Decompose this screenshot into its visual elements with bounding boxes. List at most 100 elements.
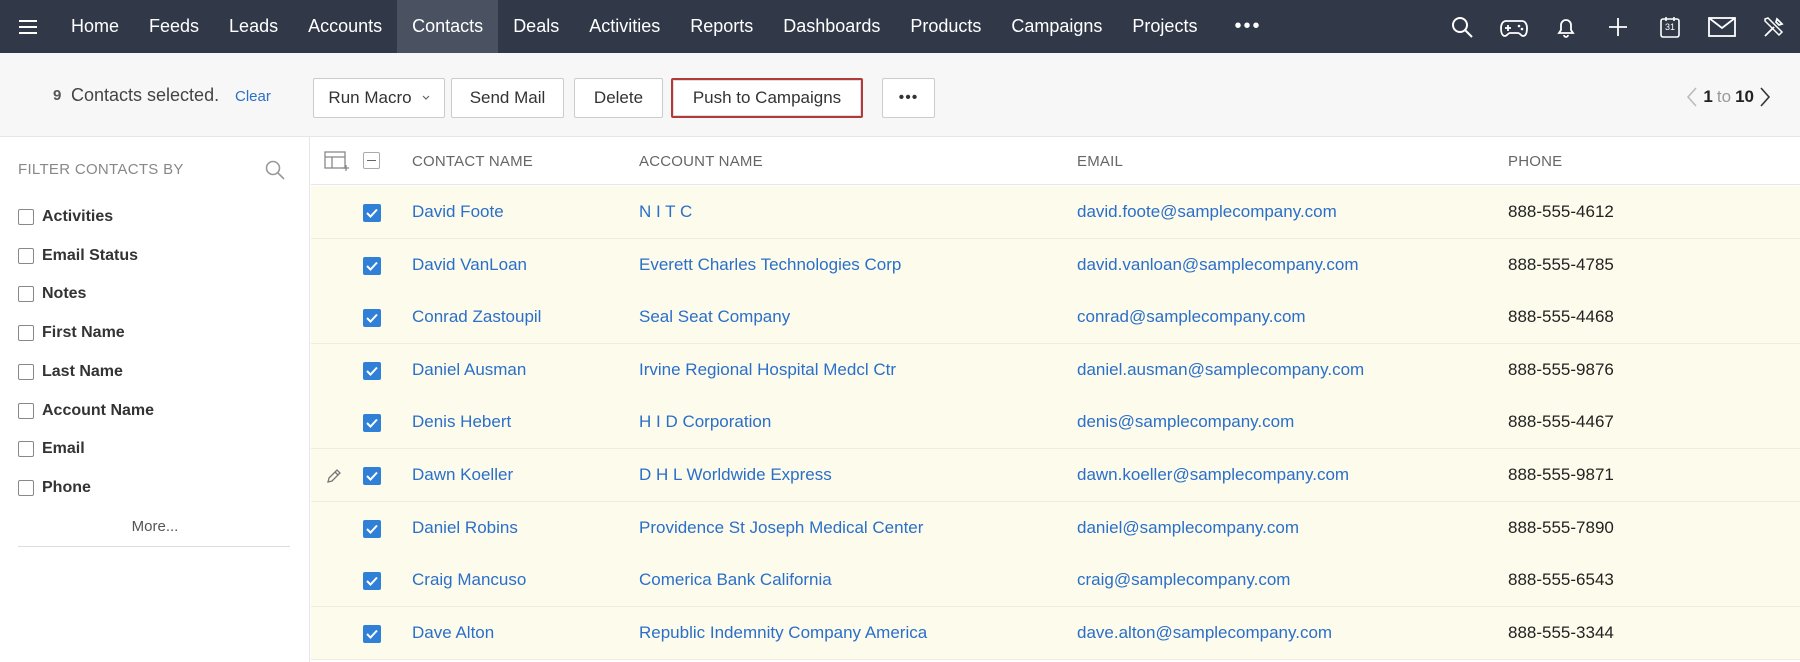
nav-contacts[interactable]: Contacts [397,0,499,53]
row-checkbox[interactable] [363,204,381,222]
push-to-campaigns-button[interactable]: Push to Campaigns [671,78,863,118]
table-row[interactable]: Daniel Robins Providence St Joseph Medica… [311,501,1800,555]
email-link[interactable]: denis@samplecompany.com [1077,412,1294,432]
row-checkbox[interactable] [363,414,381,433]
row-checkbox[interactable] [363,256,381,275]
filter-account-name[interactable]: Account Name [18,399,154,423]
clear-selection-link[interactable]: Clear [235,88,271,105]
deselect-all-checkbox[interactable] [363,152,380,169]
email-link[interactable]: conrad@samplecompany.com [1077,307,1306,327]
more-filters-link[interactable]: More... [0,518,310,535]
table-row[interactable]: Dawn Koeller D H L Worldwide Express dawn.… [311,449,1800,502]
checkbox[interactable] [18,441,34,457]
menu-icon[interactable] [0,0,56,53]
filter-phone[interactable]: Phone [18,476,91,500]
nav-dashboards[interactable]: Dashboards [768,0,895,53]
email-link[interactable]: dave.alton@samplecompany.com [1077,623,1332,643]
contact-name-link[interactable]: Craig Mancuso [412,570,526,590]
checkbox[interactable] [18,325,34,341]
nav-deals[interactable]: Deals [498,0,574,53]
mail-icon[interactable] [1696,0,1748,53]
more-actions-button[interactable]: ••• [882,78,935,118]
account-name-link[interactable]: Everett Charles Technologies Corp [639,255,901,275]
column-header-account-name[interactable]: ACCOUNT NAME [639,153,763,170]
run-macro-button[interactable]: Run Macro [313,78,445,118]
account-name-link[interactable]: Republic Indemnity Company America [639,623,927,643]
chevron-left-icon[interactable] [1685,86,1699,108]
table-row[interactable]: Daniel Ausman Irvine Regional Hospital Me… [311,343,1800,397]
filter-activities[interactable]: Activities [18,205,113,229]
email-link[interactable]: daniel.ausman@samplecompany.com [1077,360,1364,380]
account-name-link[interactable]: Irvine Regional Hospital Medcl Ctr [639,360,896,380]
email-link[interactable]: daniel@samplecompany.com [1077,518,1299,538]
contact-name-link[interactable]: Daniel Robins [412,518,518,538]
checkbox[interactable] [18,364,34,380]
search-icon[interactable] [1436,0,1488,53]
bell-icon[interactable] [1540,0,1592,53]
game-controller-icon[interactable] [1488,0,1540,53]
delete-button[interactable]: Delete [574,78,663,118]
email-link[interactable]: craig@samplecompany.com [1077,570,1290,590]
contact-name-link[interactable]: David Foote [412,202,504,222]
checkbox[interactable] [18,248,34,264]
account-name-link[interactable]: N I T C [639,202,692,222]
checkbox[interactable] [18,403,34,419]
table-row[interactable]: David Foote N I T C david.foote@samplecomp… [311,186,1800,239]
plus-icon[interactable] [1592,0,1644,53]
account-name-link[interactable]: Comerica Bank California [639,570,832,590]
column-settings-icon[interactable] [324,151,350,171]
nav-accounts[interactable]: Accounts [293,0,397,53]
column-header-email[interactable]: EMAIL [1077,153,1123,170]
filter-email-status[interactable]: Email Status [18,244,138,268]
email-link[interactable]: dawn.koeller@samplecompany.com [1077,465,1349,485]
filter-notes[interactable]: Notes [18,282,86,306]
account-name-link[interactable]: Providence St Joseph Medical Center [639,518,923,538]
filter-label: Notes [42,285,87,302]
filter-first-name[interactable]: First Name [18,321,125,345]
edit-icon[interactable] [325,467,343,485]
nav-projects[interactable]: Projects [1117,0,1212,53]
email-link[interactable]: david.vanloan@samplecompany.com [1077,255,1359,275]
contact-name-link[interactable]: Conrad Zastoupil [412,307,541,327]
send-mail-button[interactable]: Send Mail [451,78,564,118]
table-row[interactable]: Denis Hebert H I D Corporation denis@sampl… [311,396,1800,450]
contact-name-link[interactable]: David VanLoan [412,255,527,275]
nav-more-button[interactable]: ••• [1212,0,1283,53]
table-row[interactable]: David VanLoan Everett Charles Technologie… [311,238,1800,292]
filter-email[interactable]: Email [18,437,85,461]
nav-leads[interactable]: Leads [214,0,293,53]
email-link[interactable]: david.foote@samplecompany.com [1077,202,1337,222]
table-row[interactable]: Conrad Zastoupil Seal Seat Company conrad@… [311,291,1800,345]
row-checkbox[interactable] [363,572,381,591]
row-checkbox[interactable] [363,624,381,643]
nav-activities[interactable]: Activities [574,0,675,53]
row-checkbox[interactable] [363,519,381,538]
account-name-link[interactable]: D H L Worldwide Express [639,465,832,485]
checkbox[interactable] [18,286,34,302]
column-header-phone[interactable]: PHONE [1508,153,1562,170]
nav-reports[interactable]: Reports [675,0,768,53]
table-row[interactable]: Craig Mancuso Comerica Bank California cra… [311,554,1800,608]
nav-campaigns[interactable]: Campaigns [996,0,1117,53]
checkbox[interactable] [18,480,34,496]
nav-products[interactable]: Products [895,0,996,53]
column-header-contact-name[interactable]: CONTACT NAME [412,153,533,170]
filter-last-name[interactable]: Last Name [18,360,123,384]
contact-name-link[interactable]: Denis Hebert [412,412,511,432]
account-name-link[interactable]: H I D Corporation [639,412,771,432]
nav-feeds[interactable]: Feeds [134,0,214,53]
chevron-right-icon[interactable] [1758,86,1772,108]
row-checkbox[interactable] [363,361,381,380]
account-name-link[interactable]: Seal Seat Company [639,307,790,327]
tools-icon[interactable] [1748,0,1800,53]
row-checkbox[interactable] [363,467,381,485]
table-row[interactable]: Dave Alton Republic Indemnity Company Ame… [311,606,1800,660]
contact-name-link[interactable]: Daniel Ausman [412,360,526,380]
nav-home[interactable]: Home [56,0,134,53]
contact-name-link[interactable]: Dawn Koeller [412,465,513,485]
search-icon[interactable] [264,159,286,181]
calendar-icon[interactable]: 31 [1644,0,1696,53]
contact-name-link[interactable]: Dave Alton [412,623,494,643]
checkbox[interactable] [18,209,34,225]
row-checkbox[interactable] [363,309,381,328]
